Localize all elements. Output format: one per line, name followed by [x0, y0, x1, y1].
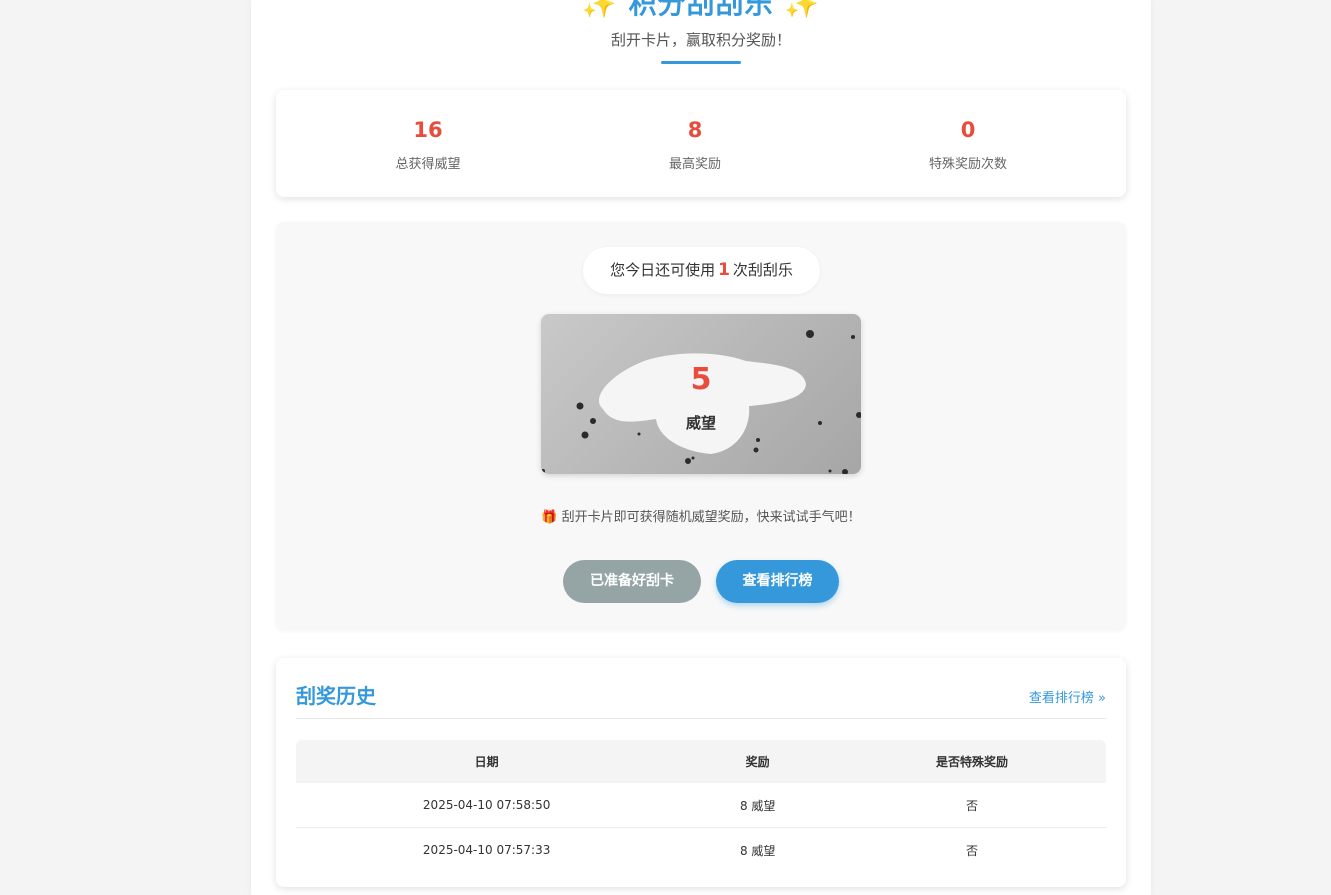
stat-label: 总获得威望: [395, 157, 461, 172]
stat-label: 最高奖励: [668, 157, 721, 172]
stats-card: 16 总获得威望 8 最高奖励 0 特殊奖励次数: [276, 90, 1126, 197]
column-header-date: 日期: [296, 740, 678, 783]
scratch-section: 您今日还可使用 1 次刮刮乐 5 威望 🎁 刮开卡片即可获得随机威望奖励，快来试…: [276, 222, 1126, 630]
stat-value: 8: [687, 118, 703, 142]
cell-special: 否: [838, 783, 1106, 828]
column-header-reward: 奖励: [677, 740, 839, 783]
scratch-hint: 🎁 刮开卡片即可获得随机威望奖励，快来试试手气吧！: [276, 506, 1126, 525]
prize-unit: 威望: [685, 414, 716, 432]
divider: [296, 718, 1106, 719]
stat-value: 16: [413, 118, 443, 142]
view-leaderboard-button[interactable]: 查看排行榜: [716, 560, 839, 603]
column-header-special: 是否特殊奖励: [838, 740, 1106, 783]
history-table: 日期 奖励 是否特殊奖励 2025-04-10 07:58:50 8 威望 否 …: [296, 740, 1106, 872]
cell-date: 2025-04-10 07:57:33: [422, 843, 551, 857]
remaining-uses-pill: 您今日还可使用 1 次刮刮乐: [583, 247, 820, 294]
prize-value: 5: [690, 362, 712, 397]
gift-icon: 🎁: [541, 510, 558, 525]
table-row: 2025-04-10 07:57:33 8 威望 否: [296, 828, 1106, 873]
cell-reward: 8 威望: [739, 843, 776, 858]
cell-reward: 8 威望: [677, 783, 839, 828]
title-underline: [661, 61, 741, 64]
history-card: 刮奖历史 查看排行榜 » 日期 奖励 是否特殊奖励 2025-04-10 07:…: [276, 658, 1126, 887]
history-title: 刮奖历史: [296, 684, 376, 708]
cell-date: 2025-04-10 07:58:50: [296, 783, 678, 828]
stat-label: 特殊奖励次数: [928, 157, 1007, 172]
hint-text: 刮开卡片即可获得随机威望奖励，快来试试手气吧！: [561, 510, 861, 525]
page-title: ✨ 积分刮刮乐 ✨: [581, 0, 821, 20]
remaining-suffix: 次刮刮乐: [732, 261, 793, 279]
main-container: ✨ 积分刮刮乐 ✨ 刮开卡片，赢取积分奖励！ 16 总获得威望 8 最高奖励 0…: [251, 0, 1151, 895]
page-subtitle: 刮开卡片，赢取积分奖励！: [610, 31, 791, 49]
history-leaderboard-link[interactable]: 查看排行榜 »: [1029, 687, 1106, 706]
table-header-row: 日期 奖励 是否特殊奖励: [296, 740, 1106, 783]
stat-value: 0: [960, 118, 976, 142]
ready-to-scratch-button[interactable]: 已准备好刮卡: [563, 560, 701, 603]
table-row: 2025-04-10 07:58:50 8 威望 否: [296, 783, 1106, 828]
cell-special: 否: [966, 843, 979, 858]
remaining-prefix: 您今日还可使用: [610, 261, 716, 279]
remaining-count: 1: [718, 260, 730, 280]
scratch-card[interactable]: 5 威望: [541, 314, 861, 474]
